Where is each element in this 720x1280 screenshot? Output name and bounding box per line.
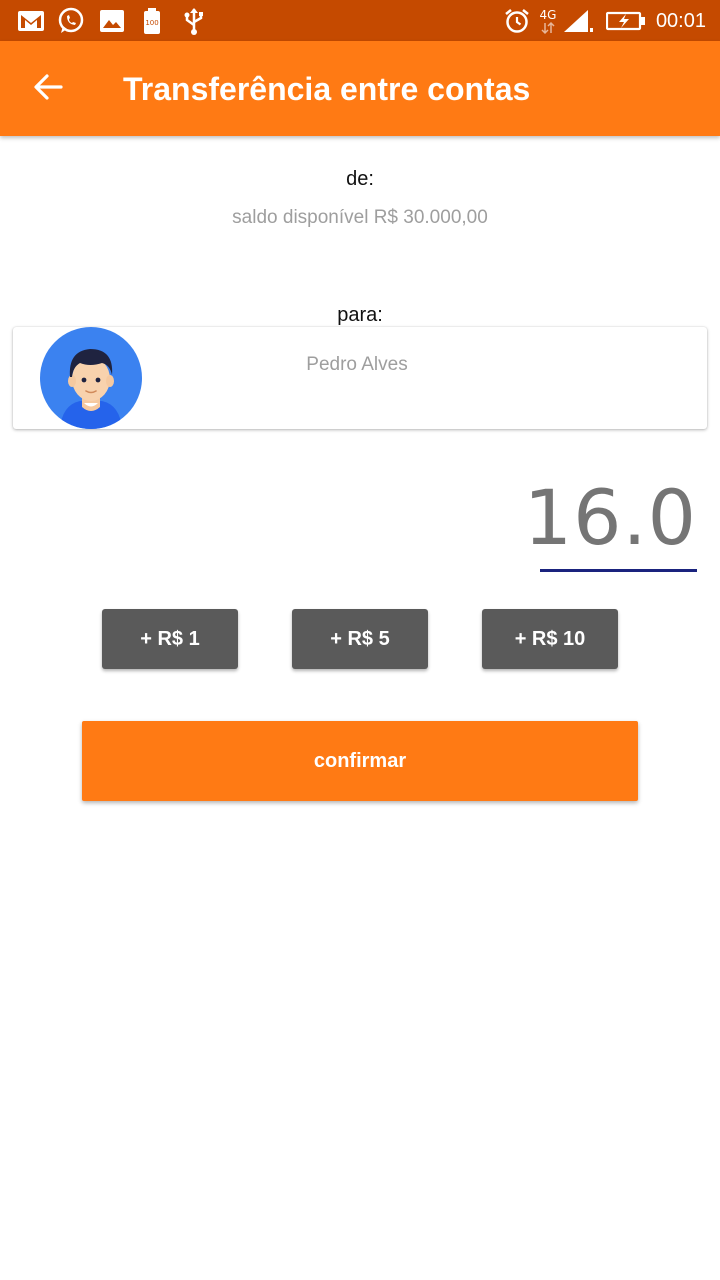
recipient-card[interactable]: Pedro Alves: [13, 327, 707, 429]
add-10-button[interactable]: + R$ 10: [482, 609, 618, 669]
signal-icon: [562, 7, 594, 35]
amount-underline: [540, 569, 697, 572]
svg-text:100: 100: [145, 19, 158, 27]
svg-text:4G: 4G: [540, 8, 557, 22]
whatsapp-icon: [57, 7, 85, 35]
usb-icon: [183, 7, 205, 35]
back-button[interactable]: [20, 63, 76, 115]
battery-charging-icon: [606, 7, 646, 35]
arrow-left-icon: [33, 73, 63, 106]
add-1-button[interactable]: + R$ 1: [102, 609, 238, 669]
to-label: para:: [337, 304, 383, 326]
battery-100-icon: 100: [143, 7, 161, 35]
gmail-icon: [18, 7, 44, 35]
status-bar: 100 4G 00:01: [0, 0, 720, 41]
alarm-icon: [504, 7, 530, 35]
from-label: de:: [346, 168, 374, 190]
confirm-button[interactable]: confirmar: [82, 721, 638, 801]
app-bar: Transferência entre contas: [0, 41, 720, 136]
transfer-screen: 100 4G 00:01 Transferência entre contas …: [0, 0, 720, 1280]
network-4g-icon: 4G: [537, 7, 559, 35]
recipient-name: Pedro Alves: [306, 354, 408, 375]
available-balance: saldo disponível R$ 30.000,00: [232, 207, 488, 228]
amount-value: 16.0: [523, 473, 697, 562]
add-5-button[interactable]: + R$ 5: [292, 609, 428, 669]
status-time: 00:01: [655, 10, 706, 32]
amount-input[interactable]: 16.0: [524, 472, 697, 572]
page-title: Transferência entre contas: [123, 71, 531, 107]
gallery-icon: [100, 7, 124, 35]
user-avatar-icon: [40, 327, 142, 429]
